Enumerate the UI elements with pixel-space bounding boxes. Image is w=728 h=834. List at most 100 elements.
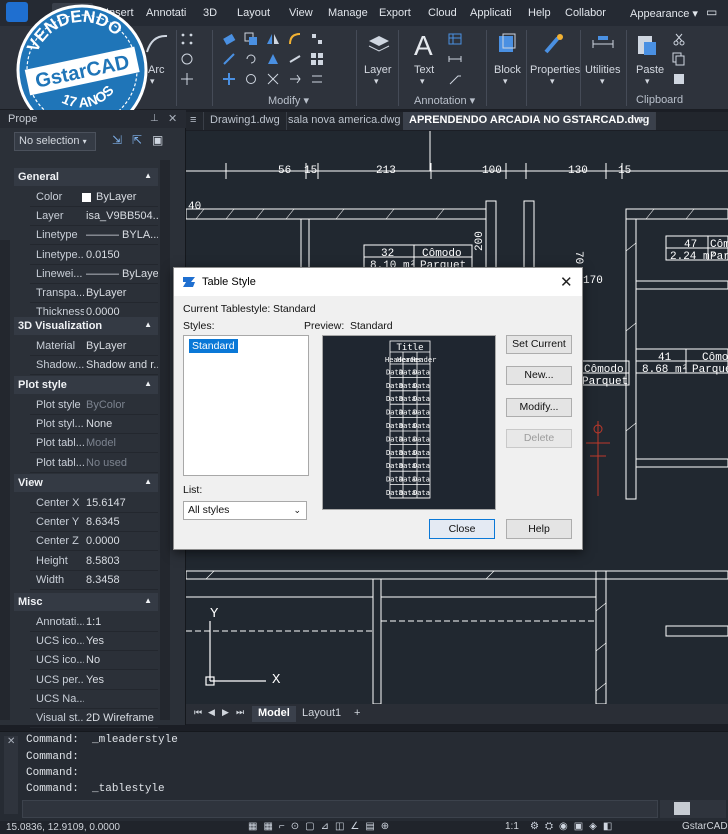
- array-icon[interactable]: [310, 52, 324, 66]
- status-toggle-icons[interactable]: ▦▦⌐⊙▢⊿◫∠▤⊕: [248, 821, 395, 832]
- dimension-icon[interactable]: [448, 52, 462, 66]
- tab-annotate[interactable]: Annotati: [146, 7, 186, 19]
- set-current-button[interactable]: Set Current: [506, 335, 572, 354]
- property-row[interactable]: Center Z 0.0000: [30, 532, 158, 552]
- styles-list[interactable]: Standard: [183, 335, 309, 476]
- property-row[interactable]: Visual st... 2D Wireframe: [30, 709, 158, 728]
- tab-help[interactable]: Help: [528, 7, 551, 19]
- grid-dots-icon[interactable]: [180, 32, 194, 46]
- property-row[interactable]: Linetype... 0.0150: [30, 246, 158, 265]
- tab-applications[interactable]: Applicati: [470, 7, 512, 19]
- property-row[interactable]: Center X 15.6147: [30, 494, 158, 513]
- doc-tab-sala-nova-america[interactable]: sala nova america.dwg: [282, 112, 408, 130]
- panel-close-icon[interactable]: ✕: [168, 112, 177, 125]
- pin-icon[interactable]: ⊥: [150, 113, 159, 124]
- property-row[interactable]: Transpa... ByLayer: [30, 284, 158, 303]
- copy-icon[interactable]: [672, 52, 686, 66]
- tab-collaborate[interactable]: Collabor: [565, 7, 606, 19]
- paste-dropdown-icon[interactable]: ▾: [645, 76, 650, 87]
- tab-layout1[interactable]: Layout1: [296, 706, 347, 722]
- measure-icon[interactable]: [590, 32, 616, 56]
- property-row[interactable]: Color ByLayer: [30, 188, 158, 207]
- property-row[interactable]: Layer isa_V9BB504...: [30, 207, 158, 227]
- annotation-group-label[interactable]: Annotation ▾: [414, 94, 475, 107]
- select-objects-icon[interactable]: ⇱: [132, 133, 142, 147]
- property-row[interactable]: Height 8.5803: [30, 552, 158, 571]
- layer-dropdown-icon[interactable]: ▾: [374, 76, 379, 87]
- move-arrows-icon[interactable]: [222, 72, 236, 86]
- trim-icon[interactable]: [266, 72, 280, 86]
- scale-icon[interactable]: [266, 52, 280, 66]
- dialog-close-icon[interactable]: ✕: [560, 273, 573, 291]
- ribbon-toggle-icon[interactable]: ▭: [706, 5, 717, 19]
- quick-select-icon[interactable]: ⇲: [112, 133, 122, 147]
- explode-icon[interactable]: [310, 32, 324, 46]
- style-item-standard[interactable]: Standard: [189, 339, 238, 353]
- tab-menu-icon[interactable]: ≡: [186, 112, 204, 130]
- tab-view[interactable]: View: [289, 7, 313, 19]
- tab-manage[interactable]: Manage: [328, 7, 368, 19]
- block-dropdown-icon[interactable]: ▾: [503, 76, 508, 87]
- property-row[interactable]: UCS Na...: [30, 690, 158, 709]
- command-input[interactable]: [22, 800, 658, 818]
- tab-export[interactable]: Export: [379, 7, 411, 19]
- modify-group-label[interactable]: Modify ▾: [268, 94, 309, 107]
- property-row[interactable]: Width 8.3458: [30, 571, 158, 590]
- last-layout-icon[interactable]: ⏭: [230, 706, 250, 722]
- cut-icon[interactable]: [672, 32, 686, 46]
- section-viz3d[interactable]: 3D Visualization ▲: [14, 317, 158, 335]
- close-button[interactable]: Close: [429, 519, 495, 539]
- property-row[interactable]: Plot styl... None: [30, 415, 158, 435]
- block-icon[interactable]: [494, 32, 520, 56]
- doc-tab-close-icon[interactable]: ✕: [632, 112, 653, 130]
- copy-object-icon[interactable]: [244, 32, 258, 46]
- table-icon[interactable]: [448, 32, 462, 46]
- tab-3d[interactable]: 3D: [203, 7, 217, 19]
- property-row[interactable]: Linewei... ——— ByLayer: [30, 265, 158, 284]
- stretch-icon[interactable]: [288, 52, 302, 66]
- command-grip[interactable]: ✕: [4, 736, 18, 814]
- mirror-icon[interactable]: [266, 32, 280, 46]
- rotate-ccw-icon[interactable]: [244, 72, 258, 86]
- property-row[interactable]: Plot tabl... Model: [30, 434, 158, 454]
- collapse-icon[interactable]: ▲: [144, 171, 152, 180]
- collapse-icon[interactable]: ▲: [144, 379, 152, 388]
- section-general[interactable]: General ▲: [14, 168, 158, 186]
- property-row[interactable]: Annotati... 1:1: [30, 613, 158, 632]
- properties-icon[interactable]: [540, 32, 566, 56]
- section-plot[interactable]: Plot style ▲: [14, 376, 158, 394]
- text-icon[interactable]: A: [414, 30, 433, 62]
- properties-dropdown-icon[interactable]: ▾: [550, 76, 555, 87]
- utilities-dropdown-icon[interactable]: ▾: [600, 76, 605, 87]
- extend-icon[interactable]: [288, 72, 302, 86]
- property-row[interactable]: Material ByLayer: [30, 337, 158, 356]
- section-view[interactable]: View ▲: [14, 474, 158, 492]
- tab-model[interactable]: Model: [252, 706, 296, 722]
- match-icon[interactable]: [672, 72, 686, 86]
- text-dropdown-icon[interactable]: ▾: [420, 76, 425, 87]
- leader-icon[interactable]: [448, 72, 462, 86]
- grid-plus-icon[interactable]: [180, 72, 194, 86]
- help-button[interactable]: Help: [506, 519, 572, 539]
- property-row[interactable]: UCS ico... Yes: [30, 632, 158, 652]
- property-row[interactable]: Center Y 8.6345: [30, 513, 158, 533]
- modify-button[interactable]: Modify...: [506, 398, 572, 417]
- appearance-menu[interactable]: Appearance ▾: [630, 7, 698, 20]
- circle-target-icon[interactable]: [180, 52, 194, 66]
- rotate-icon[interactable]: [244, 52, 258, 66]
- layer-icon[interactable]: [366, 32, 392, 56]
- offset-icon[interactable]: [310, 72, 324, 86]
- tab-cloud[interactable]: Cloud: [428, 7, 457, 19]
- new-button[interactable]: New...: [506, 366, 572, 385]
- doc-tab-drawing1[interactable]: Drawing1.dwg: [204, 112, 287, 130]
- collapse-icon[interactable]: ▲: [144, 477, 152, 486]
- erase-icon[interactable]: [222, 32, 236, 46]
- properties-scrollbar[interactable]: [160, 160, 170, 720]
- paste-icon[interactable]: [634, 32, 660, 56]
- list-filter-select[interactable]: All styles ⌄: [183, 501, 307, 520]
- property-row[interactable]: UCS ico... No: [30, 651, 158, 671]
- fillet-icon[interactable]: [288, 32, 302, 46]
- property-row[interactable]: UCS per... Yes: [30, 671, 158, 690]
- property-row[interactable]: Shadow... Shadow and r...: [30, 356, 158, 376]
- tab-layout[interactable]: Layout: [237, 7, 270, 19]
